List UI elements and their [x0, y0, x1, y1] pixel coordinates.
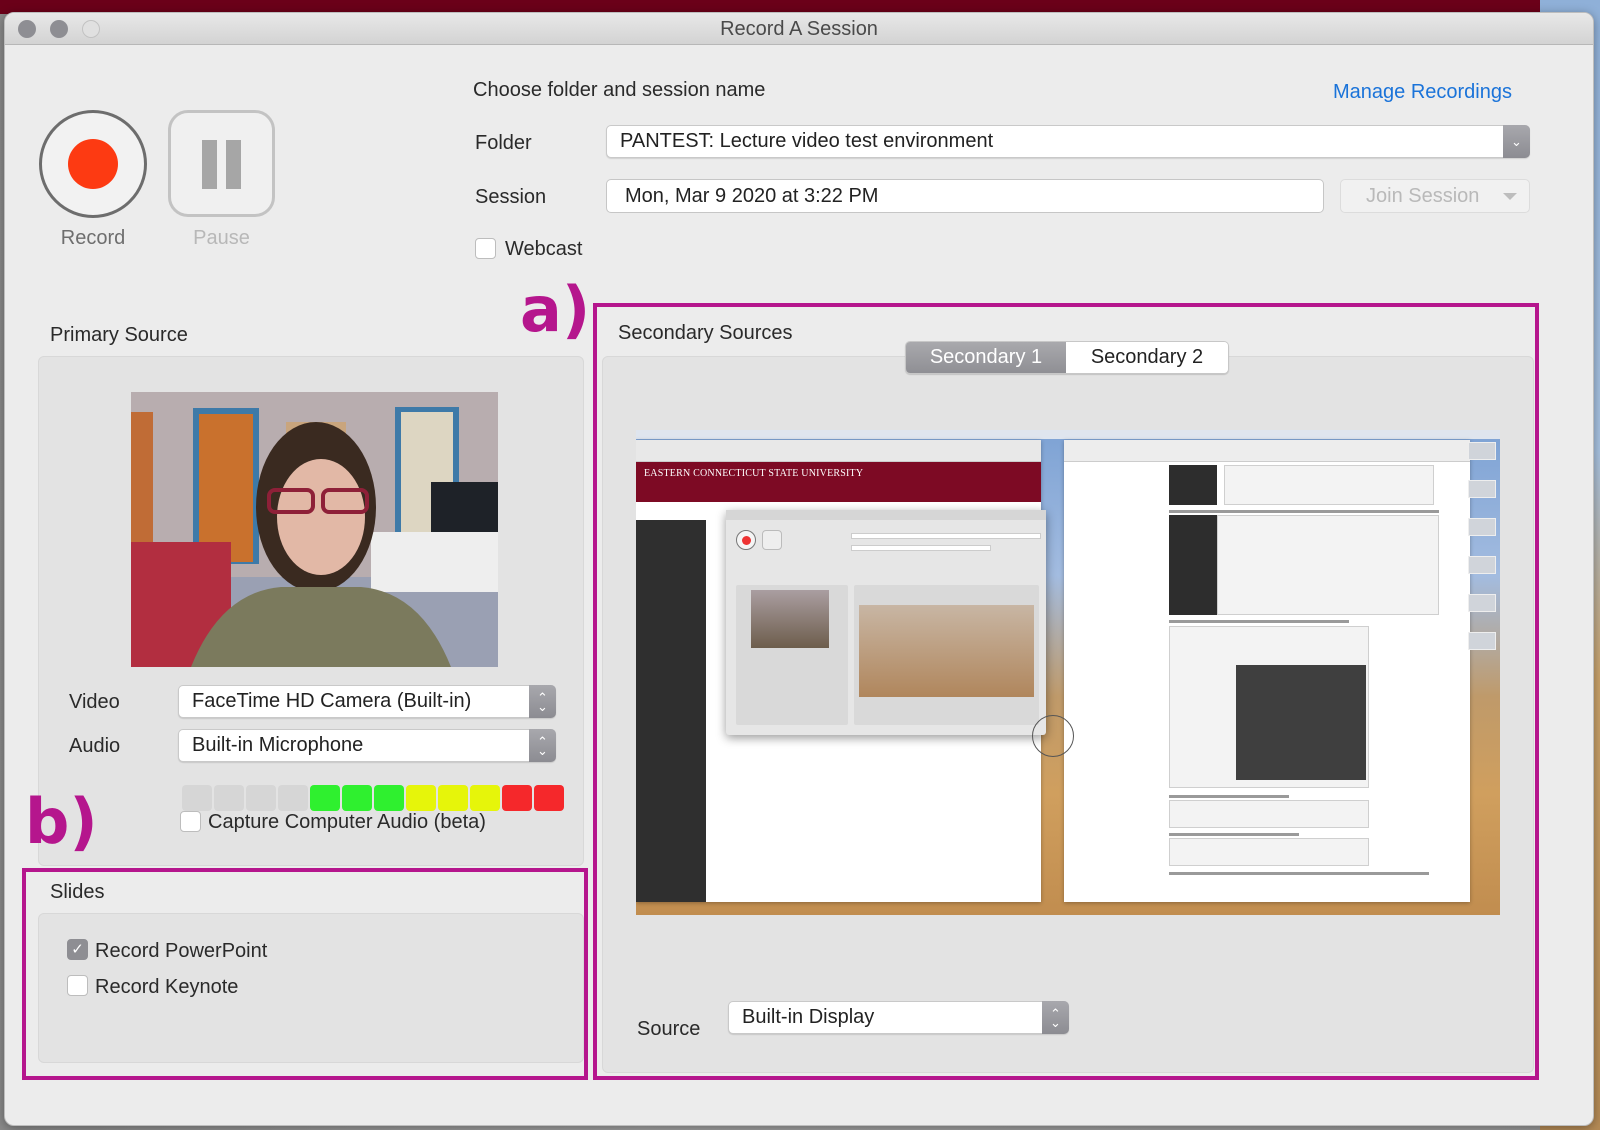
caret-down-icon	[1503, 193, 1517, 200]
audio-level-segment	[214, 785, 244, 811]
audio-level-segment	[246, 785, 276, 811]
annotation-label-b: b)	[25, 785, 98, 858]
webcam-image	[131, 392, 498, 667]
folder-label: Folder	[475, 132, 532, 154]
join-session-button[interactable]: Join Session	[1340, 179, 1530, 213]
record-label: Record	[60, 227, 126, 249]
title-bar: Record A Session	[5, 13, 1593, 45]
video-dropdown[interactable]: FaceTime HD Camera (Built-in) ⌃ ⌄	[178, 685, 556, 718]
video-label: Video	[69, 691, 120, 713]
annotation-box-a	[593, 303, 1539, 1080]
folder-dropdown[interactable]: PANTEST: Lecture video test environment …	[606, 125, 1530, 158]
pause-icon	[202, 140, 217, 189]
chevron-down-icon: ⌄	[1503, 125, 1530, 158]
audio-level-segment	[310, 785, 340, 811]
audio-level-segment	[374, 785, 404, 811]
session-name-value: Mon, Mar 9 2020 at 3:22 PM	[625, 184, 879, 207]
record-icon	[68, 139, 118, 189]
pause-label: Pause	[193, 227, 250, 249]
audio-level-segment	[534, 785, 564, 811]
up-down-arrows-icon: ⌃ ⌄	[529, 685, 556, 718]
audio-level-segment	[182, 785, 212, 811]
audio-level-segment	[406, 785, 436, 811]
audio-level-meter	[182, 785, 564, 811]
pause-icon-bar	[226, 140, 241, 189]
folder-value: PANTEST: Lecture video test environment	[620, 130, 994, 152]
annotation-label-a: a)	[520, 273, 591, 346]
audio-dropdown[interactable]: Built-in Microphone ⌃ ⌄	[178, 729, 556, 762]
audio-level-segment	[438, 785, 468, 811]
manage-recordings-link[interactable]: Manage Recordings	[1333, 81, 1512, 104]
up-down-arrows-icon: ⌃ ⌄	[529, 729, 556, 762]
audio-value: Built-in Microphone	[192, 734, 364, 756]
session-name-input[interactable]: Mon, Mar 9 2020 at 3:22 PM	[606, 179, 1324, 213]
record-session-window: Record A Session Record Pause Choose fol…	[4, 12, 1594, 1126]
join-session-label: Join Session	[1366, 184, 1480, 207]
window-title: Record A Session	[720, 18, 878, 40]
annotation-box-b	[22, 868, 588, 1080]
capture-computer-audio-label: Capture Computer Audio (beta)	[208, 811, 486, 833]
video-value: FaceTime HD Camera (Built-in)	[192, 690, 472, 712]
audio-label: Audio	[69, 735, 121, 757]
audio-level-segment	[278, 785, 308, 811]
session-label: Session	[475, 186, 547, 208]
audio-level-segment	[470, 785, 500, 811]
webcast-label: Webcast	[505, 238, 583, 260]
webcast-checkbox[interactable]	[475, 238, 496, 259]
pause-button[interactable]	[168, 110, 275, 217]
audio-level-segment	[342, 785, 372, 811]
capture-computer-audio-checkbox[interactable]	[180, 811, 201, 832]
session-heading: Choose folder and session name	[473, 79, 766, 101]
webcam-preview	[131, 392, 498, 667]
record-button[interactable]	[39, 110, 147, 218]
audio-level-segment	[502, 785, 532, 811]
primary-source-heading: Primary Source	[50, 324, 188, 346]
